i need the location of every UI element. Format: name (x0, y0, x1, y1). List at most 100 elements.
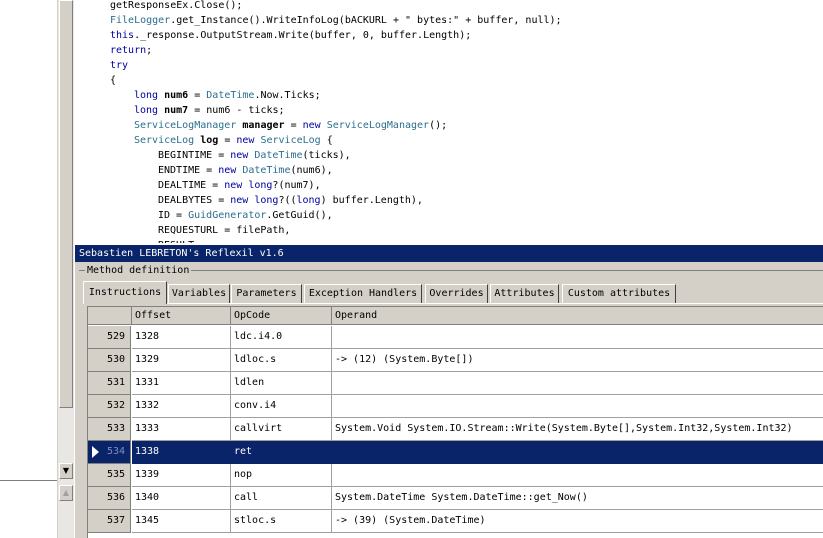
tab-variables[interactable]: Variables (168, 284, 230, 303)
offset-cell[interactable]: 1333 (132, 418, 231, 441)
code-text: (num6), (290, 165, 333, 176)
operand-cell[interactable] (332, 464, 823, 487)
offset-cell[interactable]: 1331 (132, 372, 231, 395)
operand-cell[interactable] (332, 395, 823, 418)
tab-parameters[interactable]: Parameters (231, 284, 302, 303)
operand-cell[interactable]: System.DateTime System.DateTime::get_Now… (332, 487, 823, 510)
code-keyword: new (224, 180, 243, 191)
operand-cell[interactable]: -> (12) (System.Byte[]) (332, 349, 823, 372)
row-index-label: 533 (106, 423, 125, 434)
instruction-row[interactable]: 531 1331 ldlen (88, 372, 823, 395)
offset-cell[interactable]: 1328 (132, 326, 231, 349)
row-index[interactable]: 533 (88, 418, 131, 441)
row-index[interactable]: 537 (88, 510, 131, 533)
row-index[interactable]: 531 (88, 372, 131, 395)
instruction-row[interactable]: 537 1345 stloc.s -> (39) (System.DateTime) (88, 510, 823, 533)
code-type-name: GuidGenerator (188, 210, 267, 221)
opcode-cell[interactable]: ldlen (231, 372, 332, 395)
code-type-name: ServiceLogManager (326, 120, 430, 131)
instruction-row[interactable]: 534 1338 ret (88, 441, 823, 464)
code-text: .Now.Ticks; (254, 90, 321, 101)
offset-cell[interactable]: 1332 (132, 395, 231, 418)
code-line: ServiceLog log = new ServiceLog { (134, 133, 333, 148)
row-index[interactable]: 529 (88, 326, 131, 349)
opcode-cell[interactable]: callvirt (231, 418, 332, 441)
instruction-row[interactable]: 532 1332 conv.i4 (88, 395, 823, 418)
offset-cell[interactable]: 1340 (132, 487, 231, 510)
code-line: getResponseEx.Close(); (110, 0, 242, 13)
code-type-name: ServiceLog (260, 135, 321, 146)
code-keyword: return (110, 45, 147, 56)
offset-cell[interactable]: 1339 (132, 464, 231, 487)
offset-cell[interactable]: 1345 (132, 510, 231, 533)
scroll-down-arrow-icon[interactable]: ▼ (59, 463, 73, 479)
left-vertical-scrollbar[interactable]: ▼ ▲ (57, 0, 74, 538)
opcode-cell[interactable]: ldc.i4.0 (231, 326, 332, 349)
column-header-opcode[interactable]: OpCode (231, 307, 332, 325)
instruction-row[interactable]: 536 1340 call System.DateTime System.DateTi… (88, 487, 823, 510)
row-index[interactable]: 532 (88, 395, 131, 418)
scrollbar-thumb[interactable] (59, 0, 73, 408)
row-index-label: 536 (106, 492, 125, 503)
operand-cell[interactable] (332, 441, 823, 464)
opcode-cell[interactable]: ret (231, 441, 332, 464)
operand-cell[interactable] (332, 326, 823, 349)
code-text: DEALTIME = (158, 180, 225, 191)
code-type-name: DateTime (242, 165, 291, 176)
row-index[interactable]: 530 (88, 349, 131, 372)
method-definition-label: Method definition (85, 264, 192, 277)
tab-overrides[interactable]: Overrides (425, 284, 488, 303)
code-text: { (320, 135, 333, 146)
code-editor[interactable]: getResponseEx.Close(); FileLogger.get_Ins… (75, 0, 823, 243)
code-text: BEGINTIME = (158, 150, 231, 161)
left-pane (0, 0, 58, 538)
code-keyword: long (134, 105, 159, 116)
instruction-row[interactable]: 533 1333 callvirt System.Void System.IO.Str… (88, 418, 823, 441)
column-header-operand[interactable]: Operand (332, 307, 823, 325)
row-index-label: 532 (106, 400, 125, 411)
opcode-cell[interactable]: call (231, 487, 332, 510)
tab-exception-handlers[interactable]: Exception Handlers (304, 284, 422, 303)
code-keyword: new (302, 120, 321, 131)
instructions-grid[interactable]: Offset OpCode Operand 529 1328 ldc.i4.0 530… (87, 306, 823, 538)
scroll-up-arrow-icon[interactable]: ▲ (59, 485, 73, 501)
code-line: ID = GuidGenerator.GetGuid(), (158, 208, 333, 223)
operand-cell[interactable]: -> (39) (System.DateTime) (332, 510, 823, 533)
code-text: = (218, 135, 237, 146)
operand-cell[interactable] (332, 372, 823, 395)
operand-cell[interactable]: System.Void System.IO.Stream::Write(Syst… (332, 418, 823, 441)
code-line: BEGINTIME = new DateTime(ticks), (158, 148, 351, 163)
opcode-cell[interactable]: conv.i4 (231, 395, 332, 418)
row-index[interactable]: 534 (88, 441, 131, 464)
code-line: ServiceLogManager manager = new ServiceL… (134, 118, 447, 133)
opcode-cell[interactable]: nop (231, 464, 332, 487)
row-index[interactable]: 535 (88, 464, 131, 487)
instruction-row[interactable]: 530 1329 ldloc.s -> (12) (System.Byte[]) (88, 349, 823, 372)
code-line: DEALBYTES = new long?((long) buffer.Leng… (158, 193, 423, 208)
tab-instructions[interactable]: Instructions (83, 281, 167, 304)
code-type-name: ServiceLogManager (134, 120, 237, 131)
code-text: = num6 - ticks; (188, 105, 285, 116)
code-text: ) buffer.Length), (320, 195, 423, 206)
tab-attributes[interactable]: Attributes (490, 284, 559, 303)
code-keyword: try (110, 60, 129, 71)
code-line: try (110, 58, 128, 73)
code-variable: manager (242, 120, 285, 131)
row-index[interactable]: 536 (88, 487, 131, 510)
grid-corner-header (88, 307, 132, 325)
code-line: { (110, 73, 116, 88)
opcode-cell[interactable]: stloc.s (231, 510, 332, 533)
opcode-cell[interactable]: ldloc.s (231, 349, 332, 372)
offset-cell[interactable]: 1338 (132, 441, 231, 464)
column-header-offset[interactable]: Offset (132, 307, 231, 325)
instruction-row[interactable]: 529 1328 ldc.i4.0 (88, 326, 823, 349)
row-index-label: 535 (106, 469, 125, 480)
code-keyword: long (254, 195, 279, 206)
instruction-row[interactable]: 535 1339 nop (88, 464, 823, 487)
offset-cell[interactable]: 1329 (132, 349, 231, 372)
row-index-label: 529 (106, 331, 125, 342)
code-type-name: FileLogger (110, 15, 171, 26)
row-index-label: 530 (106, 354, 125, 365)
code-text: ENDTIME = (158, 165, 219, 176)
tab-custom-attributes[interactable]: Custom attributes (562, 284, 676, 303)
